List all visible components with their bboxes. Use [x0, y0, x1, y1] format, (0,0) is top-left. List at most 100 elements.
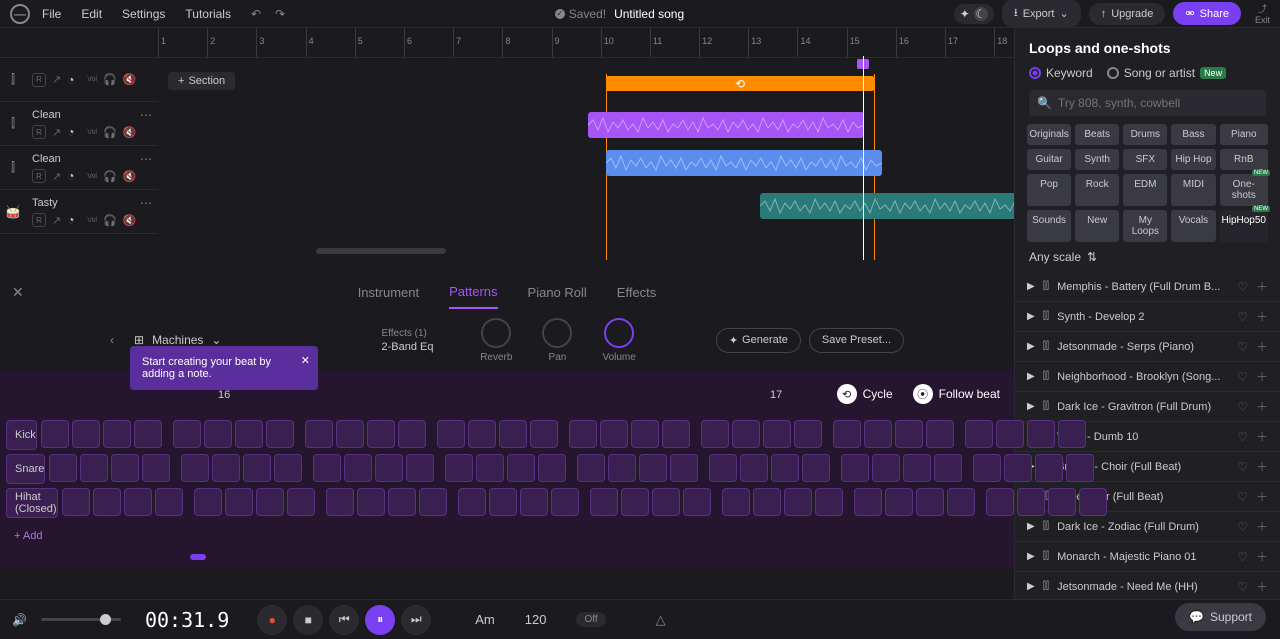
filter-tag[interactable]: EDM: [1123, 174, 1167, 206]
metronome-icon[interactable]: △: [656, 612, 666, 628]
favorite-icon[interactable]: ♡: [1237, 370, 1248, 384]
close-editor-icon[interactable]: ✕: [12, 284, 24, 301]
favorite-icon[interactable]: ♡: [1237, 310, 1248, 324]
filter-tag[interactable]: Beats: [1075, 124, 1119, 145]
pattern-cell[interactable]: [965, 420, 993, 448]
ruler-tick[interactable]: 12: [699, 28, 748, 57]
audio-clip[interactable]: [606, 150, 882, 176]
filter-tag[interactable]: Pop: [1027, 174, 1071, 206]
filter-tag[interactable]: Sounds: [1027, 210, 1071, 242]
ruler-tick[interactable]: 10: [601, 28, 650, 57]
track-automation-icon[interactable]: ↗: [52, 214, 61, 227]
effects-box[interactable]: Effects (1) 2-Band Eq: [381, 328, 433, 353]
pattern-cell[interactable]: [204, 420, 232, 448]
play-loop-icon[interactable]: ▶: [1027, 281, 1035, 292]
filter-tag[interactable]: Hip Hop: [1171, 149, 1215, 170]
pattern-cell[interactable]: [72, 420, 100, 448]
pattern-cell[interactable]: [419, 488, 447, 516]
audio-clip[interactable]: [760, 193, 1036, 219]
favorite-icon[interactable]: ♡: [1237, 490, 1248, 504]
pattern-cell[interactable]: [577, 454, 605, 482]
reverb-knob[interactable]: [481, 318, 511, 348]
pattern-cell[interactable]: [266, 420, 294, 448]
track-menu-icon[interactable]: ⋯: [140, 108, 152, 122]
stop-button[interactable]: ■: [293, 605, 323, 635]
pattern-cell[interactable]: [1017, 488, 1045, 516]
add-loop-icon[interactable]: ＋: [1256, 368, 1268, 385]
pattern-cell[interactable]: [986, 488, 1014, 516]
track-mute-icon[interactable]: 🔇: [123, 170, 137, 183]
filter-tag[interactable]: Originals: [1027, 124, 1071, 145]
filter-tag[interactable]: Piano: [1220, 124, 1268, 145]
pattern-cell[interactable]: [458, 488, 486, 516]
pattern-cell[interactable]: [1058, 420, 1086, 448]
pattern-cell[interactable]: [621, 488, 649, 516]
pattern-cell[interactable]: [895, 420, 923, 448]
play-loop-icon[interactable]: ▶: [1027, 311, 1035, 322]
pattern-cell[interactable]: [124, 488, 152, 516]
pattern-cell[interactable]: [1066, 454, 1094, 482]
pattern-cell[interactable]: [590, 488, 618, 516]
ruler-tick[interactable]: 1: [158, 28, 207, 57]
pattern-cell[interactable]: [683, 488, 711, 516]
ruler-tick[interactable]: 5: [355, 28, 404, 57]
playhead[interactable]: [863, 56, 864, 260]
track-record-toggle[interactable]: R: [32, 125, 46, 139]
pattern-cell[interactable]: [256, 488, 284, 516]
ruler-tick[interactable]: 9: [552, 28, 601, 57]
add-loop-icon[interactable]: ＋: [1256, 428, 1268, 445]
loop-name[interactable]: Synth - Develop 2: [1057, 311, 1229, 323]
pattern-cell[interactable]: [367, 420, 395, 448]
pattern-cell[interactable]: [794, 420, 822, 448]
filter-tag[interactable]: Rock: [1075, 174, 1119, 206]
track-volume-knob[interactable]: ◔: [67, 73, 81, 87]
exit-button[interactable]: ⤴Exit: [1255, 2, 1270, 25]
play-loop-icon[interactable]: ▶: [1027, 551, 1035, 562]
cycle-toggle[interactable]: ⟲Cycle: [837, 384, 893, 404]
loop-name[interactable]: Monarch - Majestic Piano 01: [1057, 551, 1229, 563]
loop-region[interactable]: ⟲: [606, 76, 874, 91]
track-headphone-icon[interactable]: 🎧: [103, 170, 117, 183]
pattern-cell[interactable]: [771, 454, 799, 482]
pattern-cell[interactable]: [225, 488, 253, 516]
pattern-cell[interactable]: [344, 454, 372, 482]
track-automation-icon[interactable]: ↗: [52, 170, 61, 183]
filter-tag[interactable]: Guitar: [1027, 149, 1071, 170]
pattern-cell[interactable]: [709, 454, 737, 482]
add-loop-icon[interactable]: ＋: [1256, 518, 1268, 535]
pattern-cell[interactable]: [520, 488, 548, 516]
favorite-icon[interactable]: ♡: [1237, 580, 1248, 594]
track-volume-knob[interactable]: ◔: [67, 213, 81, 227]
pattern-cell[interactable]: [507, 454, 535, 482]
pattern-cell[interactable]: [468, 420, 496, 448]
menu-edit[interactable]: Edit: [81, 7, 102, 21]
loop-name[interactable]: Dark Ice - Gravitron (Full Drum): [1057, 401, 1229, 413]
pattern-cell[interactable]: [872, 454, 900, 482]
pattern-cell[interactable]: [173, 420, 201, 448]
track-mute-icon[interactable]: 🔇: [123, 73, 137, 86]
pattern-cell[interactable]: [701, 420, 729, 448]
pattern-row-label[interactable]: Hihat (Closed): [6, 488, 58, 518]
loop-name[interactable]: Neighborhood - Brooklyn (Song...: [1057, 371, 1229, 383]
pattern-scrollbar[interactable]: [190, 554, 206, 560]
ruler-tick[interactable]: 17: [945, 28, 994, 57]
pattern-cell[interactable]: [103, 420, 131, 448]
pattern-cell[interactable]: [155, 488, 183, 516]
ruler-tick[interactable]: 2: [207, 28, 256, 57]
pattern-cell[interactable]: [437, 420, 465, 448]
add-pattern-row-button[interactable]: + Add: [6, 522, 98, 550]
pattern-cell[interactable]: [802, 454, 830, 482]
pattern-cell[interactable]: [864, 420, 892, 448]
export-button[interactable]: ⭳ Export ⌄: [1002, 0, 1081, 28]
pattern-cell[interactable]: [732, 420, 760, 448]
add-loop-icon[interactable]: ＋: [1256, 458, 1268, 475]
loop-name[interactable]: Jetsonmade - Need Me (HH): [1057, 581, 1229, 593]
record-button[interactable]: ●: [257, 605, 287, 635]
pattern-cell[interactable]: [235, 420, 263, 448]
key-display[interactable]: Am: [475, 612, 495, 627]
track-record-toggle[interactable]: R: [32, 169, 46, 183]
pattern-cell[interactable]: [489, 488, 517, 516]
pattern-cell[interactable]: [142, 454, 170, 482]
add-section-button[interactable]: + Section: [168, 72, 235, 90]
pattern-cell[interactable]: [916, 488, 944, 516]
